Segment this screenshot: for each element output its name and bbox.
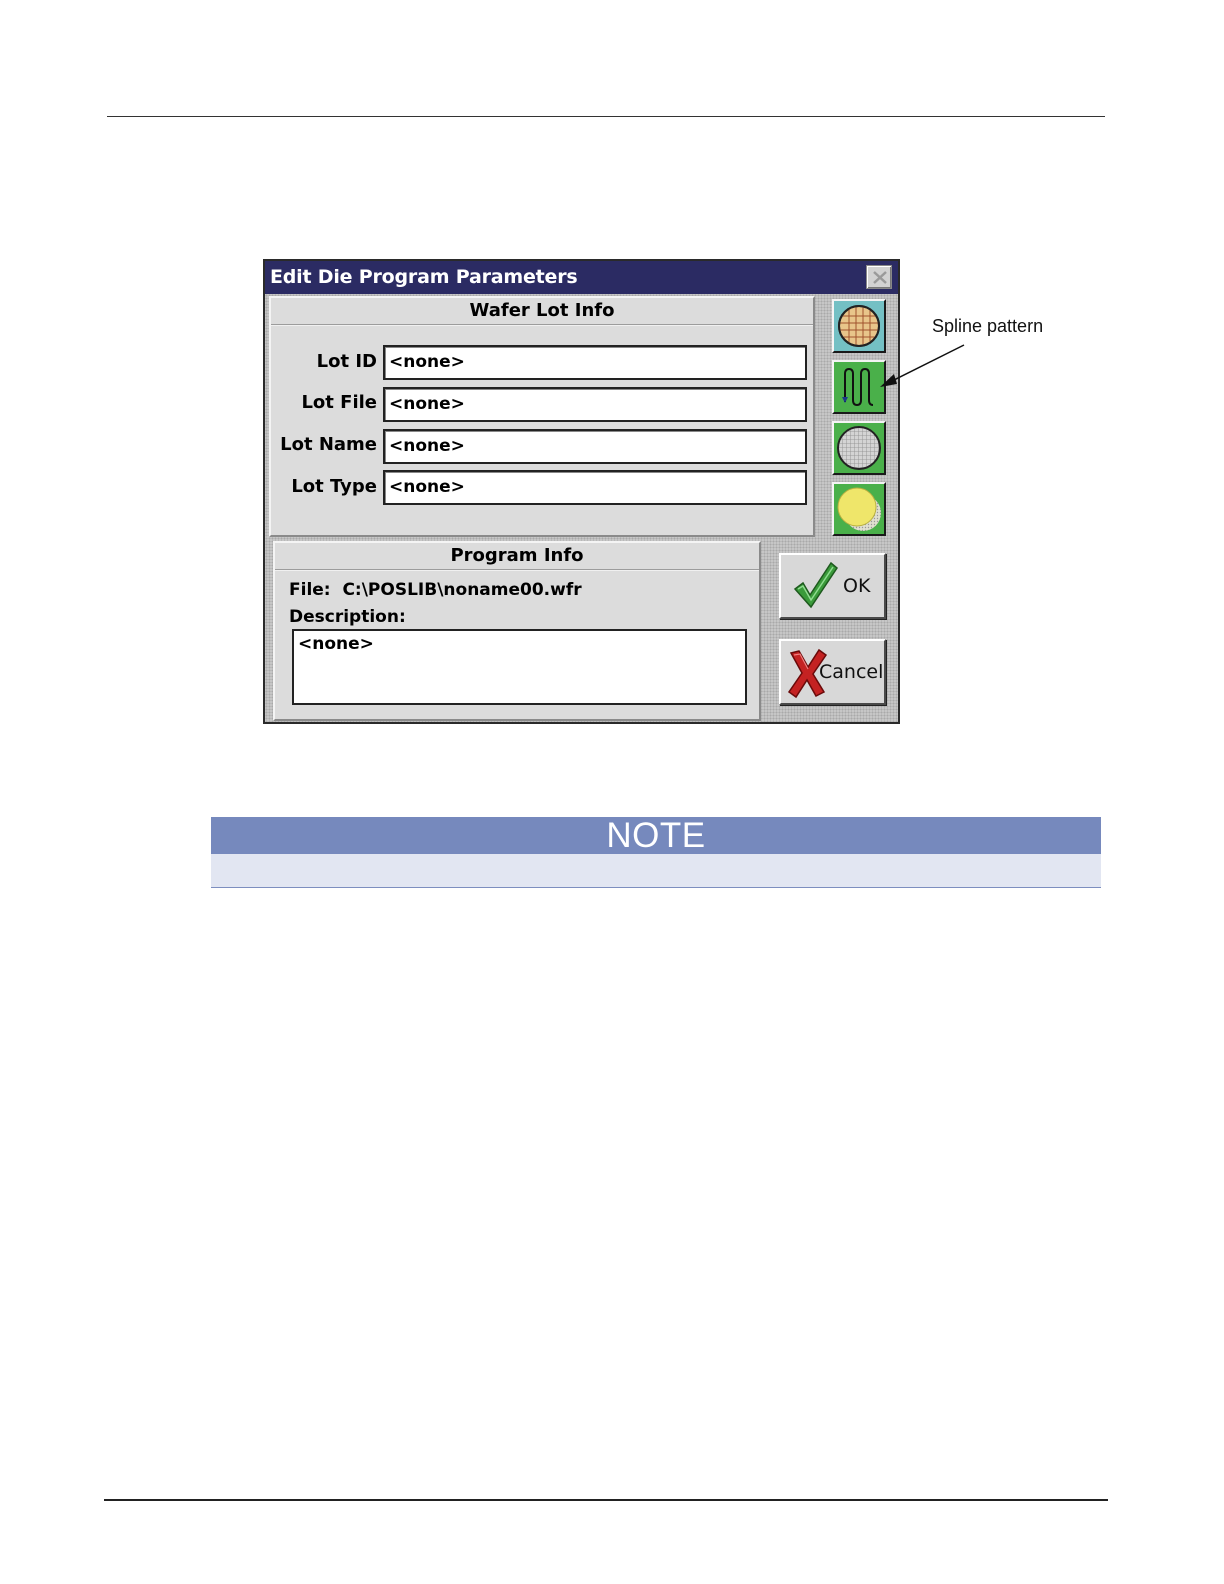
wafer-lot-info-heading: Wafer Lot Info <box>271 298 813 326</box>
lot-file-label: Lot File <box>301 392 377 413</box>
close-button[interactable] <box>866 265 892 289</box>
header-rule <box>107 116 1105 117</box>
lot-id-input[interactable]: <none> <box>383 345 807 380</box>
wafer-yellow-icon <box>837 487 881 531</box>
lot-id-label: Lot ID <box>316 351 377 372</box>
lot-type-label: Lot Type <box>291 476 377 497</box>
edit-die-program-dialog: Edit Die Program Parameters Wafer Lot In… <box>263 259 900 724</box>
lot-name-input[interactable]: <none> <box>383 429 807 464</box>
lot-type-input[interactable]: <none> <box>383 470 807 505</box>
wafer-yellow-button[interactable] <box>832 482 886 536</box>
program-file-label: File: <box>289 580 331 600</box>
description-label: Description: <box>289 607 406 627</box>
lot-file-input[interactable]: <none> <box>383 387 807 422</box>
note-heading: NOTE <box>211 817 1101 855</box>
spline-pattern-callout: Spline pattern <box>932 316 1044 336</box>
program-file-value: C:\POSLIB\noname00.wfr <box>342 580 582 600</box>
wafer-mesh-button[interactable] <box>832 421 886 475</box>
dialog-title: Edit Die Program Parameters <box>270 266 578 288</box>
close-icon <box>873 271 887 284</box>
lot-name-label: Lot Name <box>280 434 377 455</box>
dialog-titlebar: Edit Die Program Parameters <box>265 261 898 294</box>
dialog-body: Wafer Lot Info Lot ID <none> Lot File <n… <box>265 294 898 722</box>
cancel-label: Cancel <box>819 661 884 683</box>
ok-button[interactable]: OK <box>779 553 886 619</box>
wafer-lot-info-panel: Wafer Lot Info Lot ID <none> Lot File <n… <box>269 296 815 537</box>
footer-rule <box>104 1499 1108 1501</box>
ok-label: OK <box>843 575 871 597</box>
wafer-mesh-icon <box>837 426 881 470</box>
checkmark-icon <box>793 561 838 609</box>
program-info-heading: Program Info <box>275 543 759 571</box>
cancel-button[interactable]: Cancel <box>779 639 886 705</box>
program-info-panel: Program Info File: C:\POSLIB\noname00.wf… <box>273 541 761 721</box>
description-textarea[interactable]: <none> <box>292 629 747 705</box>
note-body <box>211 854 1101 888</box>
callout-arrow-icon <box>880 344 965 387</box>
program-file-row: File: C:\POSLIB\noname00.wfr <box>289 579 582 601</box>
